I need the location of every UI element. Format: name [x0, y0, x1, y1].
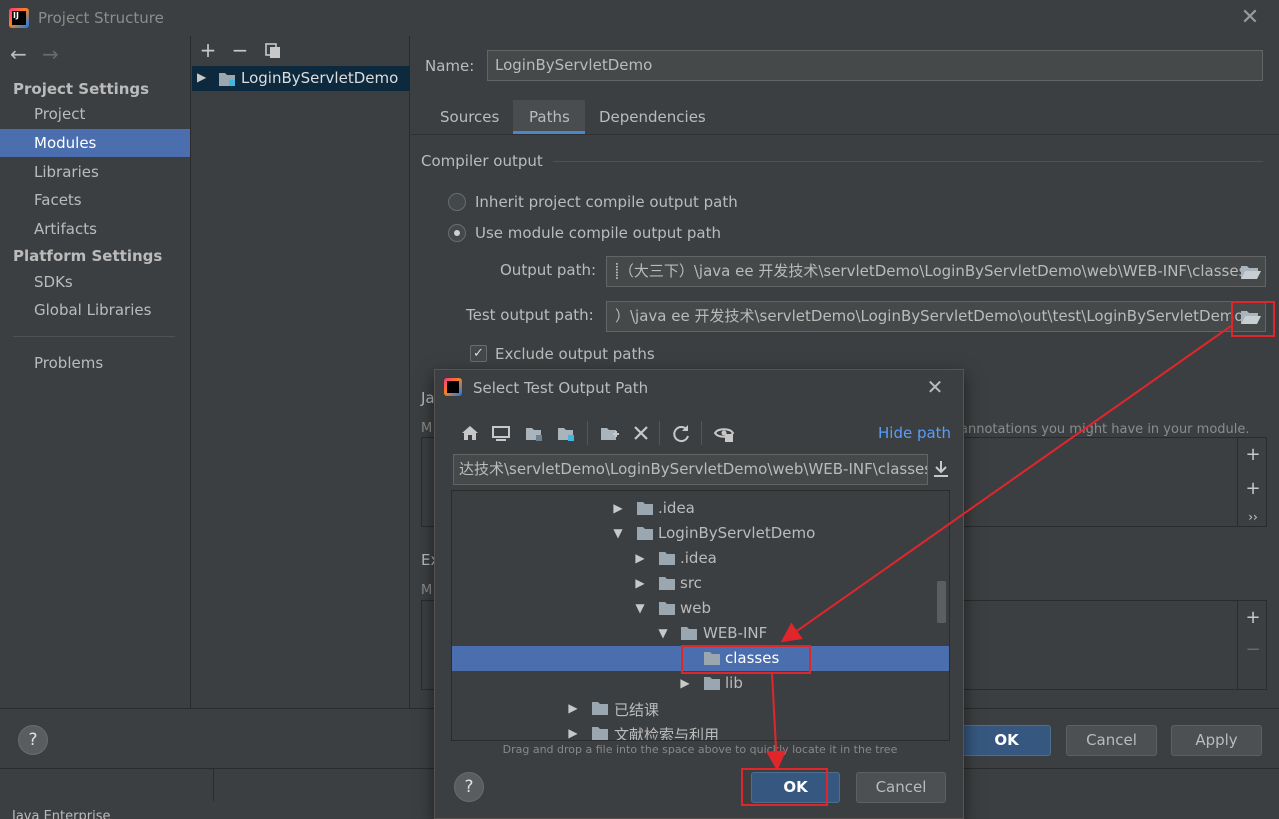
annotation-arrow [766, 672, 787, 771]
annotation-arrows [766, 325, 1232, 771]
annotation-arrow [780, 325, 1232, 643]
